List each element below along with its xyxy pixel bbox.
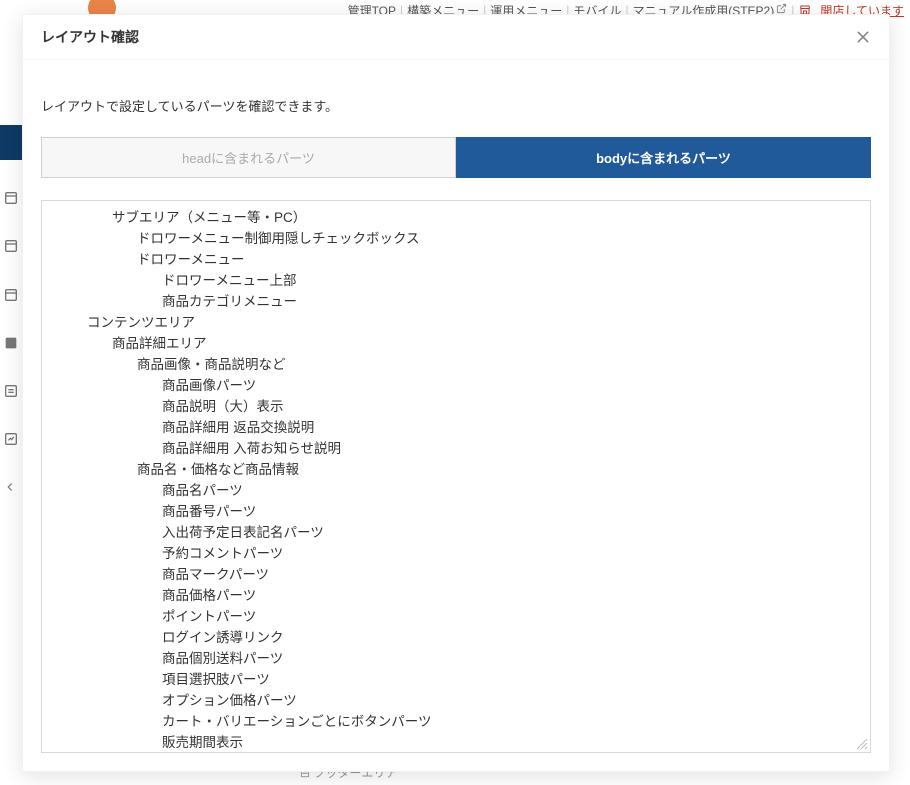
tree-node[interactable]: オプション価格パーツ bbox=[42, 690, 870, 711]
sidebar-icon bbox=[3, 287, 19, 303]
tree-node[interactable]: 商品名・価格など商品情報 bbox=[42, 459, 870, 480]
tab-head-parts[interactable]: headに含まれるパーツ bbox=[41, 137, 456, 178]
tree-node[interactable]: コンテンツエリア bbox=[42, 312, 870, 333]
tree-node[interactable]: ドロワーメニュー bbox=[42, 249, 870, 270]
sidebar-icon bbox=[3, 431, 19, 447]
sidebar-icon bbox=[3, 383, 19, 399]
sidebar-icon bbox=[3, 190, 19, 206]
tree-node[interactable]: 項目選択肢パーツ bbox=[42, 669, 870, 690]
layout-confirm-modal: レイアウト確認 レイアウトで設定しているパーツを確認できます。 headに含まれ… bbox=[22, 14, 890, 772]
tree-node[interactable]: 商品番号パーツ bbox=[42, 501, 870, 522]
tree-node[interactable]: 商品詳細用 入荷お知らせ説明 bbox=[42, 438, 870, 459]
modal-header: レイアウト確認 bbox=[23, 15, 889, 60]
tree-node[interactable]: サブエリア（メニュー等・PC） bbox=[42, 207, 870, 228]
tree-node[interactable]: 商品価格パーツ bbox=[42, 585, 870, 606]
tree-node[interactable]: 商品個別送料パーツ bbox=[42, 648, 870, 669]
resize-handle-icon[interactable] bbox=[854, 736, 868, 750]
tree-node[interactable]: 商品カテゴリメニュー bbox=[42, 291, 870, 312]
tree-node[interactable]: ポイントパーツ bbox=[42, 606, 870, 627]
background-sidebar bbox=[0, 125, 22, 765]
parts-tree-box: サブエリア（メニュー等・PC）ドロワーメニュー制御用隠しチェックボックスドロワー… bbox=[41, 200, 871, 753]
tree-node[interactable]: 入出荷予定日表記名パーツ bbox=[42, 522, 870, 543]
tree-node[interactable]: 商品詳細用 返品交換説明 bbox=[42, 417, 870, 438]
tree-node[interactable]: 商品名パーツ bbox=[42, 480, 870, 501]
tree-node[interactable]: 商品画像パーツ bbox=[42, 375, 870, 396]
tree-node[interactable]: カート・バリエーションごとにボタンパーツ bbox=[42, 711, 870, 732]
sidebar-chevron-left-icon bbox=[3, 480, 19, 496]
close-button[interactable] bbox=[851, 25, 875, 49]
tab-row: headに含まれるパーツ bodyに含まれるパーツ bbox=[41, 137, 871, 178]
sidebar-icon bbox=[3, 238, 19, 254]
tab-body-parts[interactable]: bodyに含まれるパーツ bbox=[456, 137, 871, 178]
tree-node[interactable]: 商品マークパーツ bbox=[42, 564, 870, 585]
tree-node[interactable]: 商品説明（大）表示 bbox=[42, 396, 870, 417]
tree-node[interactable]: 商品詳細エリア bbox=[42, 333, 870, 354]
modal-description: レイアウトで設定しているパーツを確認できます。 bbox=[41, 96, 871, 115]
sidebar-icon bbox=[3, 335, 19, 351]
modal-title: レイアウト確認 bbox=[41, 27, 139, 47]
tree-node[interactable]: 商品画像・商品説明など bbox=[42, 354, 870, 375]
modal-body: レイアウトで設定しているパーツを確認できます。 headに含まれるパーツ bod… bbox=[23, 60, 889, 771]
tree-node[interactable]: ドロワーメニュー制御用隠しチェックボックス bbox=[42, 228, 870, 249]
parts-tree[interactable]: サブエリア（メニュー等・PC）ドロワーメニュー制御用隠しチェックボックスドロワー… bbox=[42, 207, 870, 748]
tree-node[interactable]: ログイン誘導リンク bbox=[42, 627, 870, 648]
tree-node[interactable]: 販売期間表示 bbox=[42, 732, 870, 748]
tree-node[interactable]: ドロワーメニュー上部 bbox=[42, 270, 870, 291]
tree-node[interactable]: 予約コメントパーツ bbox=[42, 543, 870, 564]
